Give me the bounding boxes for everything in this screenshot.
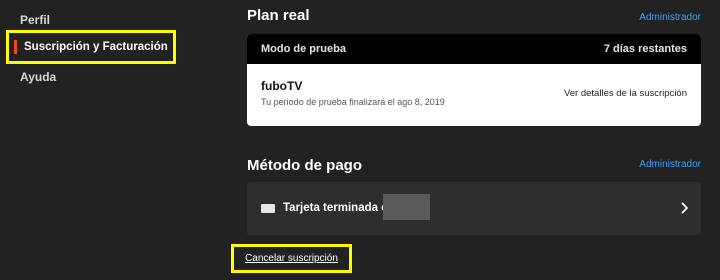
plan-admin-link[interactable]: Administrador xyxy=(639,12,701,23)
payment-section-title: Método de pago xyxy=(247,157,362,174)
card-number-redacted xyxy=(383,194,430,220)
card-ending-label: Tarjeta terminada en xyxy=(283,202,395,214)
sidebar-item-suscripcion-facturacion[interactable]: Suscripción y Facturación xyxy=(6,30,176,64)
trial-end-text: Tu periodo de prueba finalizará el ago 8… xyxy=(261,97,445,107)
active-indicator xyxy=(14,40,17,54)
sidebar: Perfil Suscripción y Facturación Ayuda xyxy=(0,0,190,280)
plan-card-header: Modo de prueba 7 días restantes xyxy=(247,34,701,64)
chevron-right-icon xyxy=(681,202,689,214)
cancel-subscription-link[interactable]: Cancelar suscripción xyxy=(245,253,338,264)
payment-admin-link[interactable]: Administrador xyxy=(639,159,701,170)
trial-mode-label: Modo de prueba xyxy=(261,43,346,55)
plan-card-body: fuboTV Tu periodo de prueba finalizará e… xyxy=(247,64,701,126)
days-remaining-label: 7 días restantes xyxy=(603,43,687,55)
plan-name: fuboTV xyxy=(261,79,303,93)
payment-method-row[interactable]: Tarjeta terminada en xyxy=(247,182,701,235)
sidebar-item-ayuda[interactable]: Ayuda xyxy=(20,70,56,84)
plan-card: Modo de prueba 7 días restantes fuboTV T… xyxy=(247,34,701,126)
subscription-details-link[interactable]: Ver detalles de la suscripción xyxy=(564,88,687,99)
cancel-subscription-highlight: Cancelar suscripción xyxy=(231,244,352,273)
visa-card-icon xyxy=(261,204,275,213)
plan-section-title: Plan real xyxy=(247,7,310,24)
sidebar-item-label: Suscripción y Facturación xyxy=(24,41,168,53)
sidebar-item-perfil[interactable]: Perfil xyxy=(20,13,50,27)
